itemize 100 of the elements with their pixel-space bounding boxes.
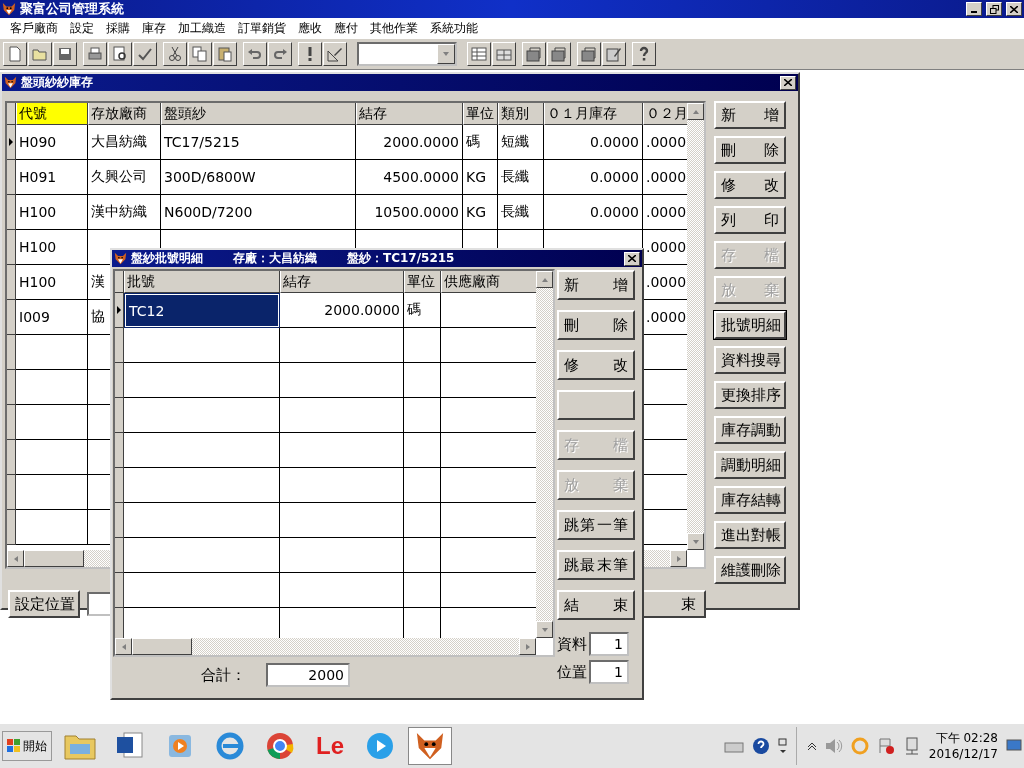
action-button[interactable]: 結 束 [557,590,635,620]
menu-item[interactable]: 採購 [100,19,136,37]
toolbar-button[interactable] [547,42,571,66]
toolbar-button[interactable] [133,42,157,66]
blank-button[interactable] [557,390,635,420]
menu-item[interactable]: 加工織造 [172,19,232,37]
toolbar-button[interactable] [243,42,267,66]
restore-button[interactable] [986,2,1002,16]
scroll-down-arrow-icon[interactable] [540,625,549,634]
column-header[interactable]: 結存 [356,103,463,125]
close-button[interactable] [1006,2,1022,16]
scroll-right-arrow-icon[interactable] [523,642,532,651]
printer-icon [87,46,103,62]
column-header[interactable]: 單位 [463,103,498,125]
flag-icon[interactable] [876,737,895,755]
toolbar-dropdown[interactable] [357,42,457,66]
scroll-down-arrow-icon[interactable] [691,537,700,546]
records-field[interactable]: 1 [589,632,629,656]
action-button[interactable]: 跳第一筆 [557,510,635,540]
position-field[interactable]: 1 [589,660,629,684]
action-button[interactable]: 調動明細 [714,451,786,479]
vertical-scrollbar[interactable] [687,103,704,550]
column-header[interactable]: 單位 [404,271,441,293]
table-cell: 4500.0000 [356,160,463,195]
toolbar-button[interactable] [522,42,546,66]
toolbar-button[interactable] [163,42,187,66]
table-cell: 10500.0000 [356,195,463,230]
horizontal-scrollbar[interactable] [115,638,536,655]
vertical-scrollbar[interactable] [536,271,553,638]
column-header[interactable]: 批號 [124,271,280,293]
fox-logo-icon [114,252,127,265]
scroll-thumb[interactable] [132,638,192,655]
action-button[interactable]: 列 印 [714,206,786,234]
column-header[interactable]: 結存 [280,271,404,293]
clock-date: 2016/12/17 [928,746,998,762]
action-button[interactable]: 庫存結轉 [714,486,786,514]
toolbar-button[interactable] [268,42,292,66]
toolbar-button[interactable] [323,42,347,66]
action-button[interactable]: 新 增 [714,101,786,129]
menu-item[interactable]: 應付 [328,19,364,37]
toolbar-button[interactable] [298,42,322,66]
action-button[interactable]: 跳最末筆 [557,550,635,580]
table-cell: H100 [16,265,88,300]
chevron-up-icon[interactable] [806,741,817,751]
undo-icon [247,46,263,62]
action-button[interactable]: 刪 除 [714,136,786,164]
toolbar-button[interactable] [53,42,77,66]
toolbar-button[interactable] [492,42,516,66]
action-button[interactable]: 修 改 [714,171,786,199]
column-header[interactable]: 代號 [16,103,88,125]
action-button[interactable]: 新 增 [557,270,635,300]
scroll-right-arrow-icon[interactable] [674,554,683,563]
toolbar-button[interactable] [602,42,626,66]
menu-item[interactable]: 庫存 [136,19,172,37]
minimize-button[interactable] [966,2,982,16]
show-desktop-icon[interactable] [1006,739,1022,753]
toolbar-button[interactable] [577,42,601,66]
total-field[interactable]: 2000 [266,663,350,687]
toolbar-button[interactable] [632,42,656,66]
action-button[interactable]: 資料搜尋 [714,346,786,374]
action-button[interactable]: 更換排序 [714,381,786,409]
scroll-thumb[interactable] [24,550,84,567]
toolbar-button[interactable] [28,42,52,66]
windows-logo-icon [7,739,21,753]
table-cell: 碼 [404,293,441,328]
close-button[interactable] [780,75,796,90]
close-button[interactable] [624,251,640,266]
action-button[interactable]: 批號明細 [714,311,786,339]
restore-icon [989,4,999,14]
action-button[interactable]: 修 改 [557,350,635,380]
taskbar-icon[interactable] [408,727,452,765]
dropdown-arrow-icon[interactable] [442,50,450,58]
clock-time: 下午 02:28 [935,730,998,746]
action-button[interactable]: 進出對帳 [714,521,786,549]
column-header[interactable]: 供應廠商 [441,271,536,293]
table-cell: 0.0000 [544,195,643,230]
toolbar-button[interactable] [467,42,491,66]
action-button[interactable]: 庫存調動 [714,416,786,444]
column-header[interactable]: 類別 [498,103,544,125]
action-button[interactable]: 維護刪除 [714,556,786,584]
toolbar-button[interactable] [83,42,107,66]
menu-item[interactable]: 系統功能 [424,19,484,37]
menu-item[interactable]: 客戶廠商 [4,19,64,37]
column-header[interactable]: ０１月庫存 [544,103,643,125]
menu-item[interactable]: 應收 [292,19,328,37]
toolbar-button[interactable] [3,42,27,66]
column-header[interactable]: 存放廠商 [88,103,161,125]
menu-item[interactable]: 設定 [64,19,100,37]
menu-item[interactable]: 其他作業 [364,19,424,37]
column-header[interactable]: ０２月 [643,103,687,125]
start-button[interactable]: 開始 [2,731,52,761]
toolbar-button[interactable] [213,42,237,66]
set-position-button[interactable]: 設定位置 [8,590,80,618]
action-button[interactable]: 刪 除 [557,310,635,340]
column-header[interactable]: 盤頭紗 [161,103,356,125]
folder-icon [64,732,96,760]
menu-item[interactable]: 訂單銷貨 [232,19,292,37]
toolbar-button[interactable] [188,42,212,66]
toolbar-button[interactable] [108,42,132,66]
document-icon [116,731,144,761]
